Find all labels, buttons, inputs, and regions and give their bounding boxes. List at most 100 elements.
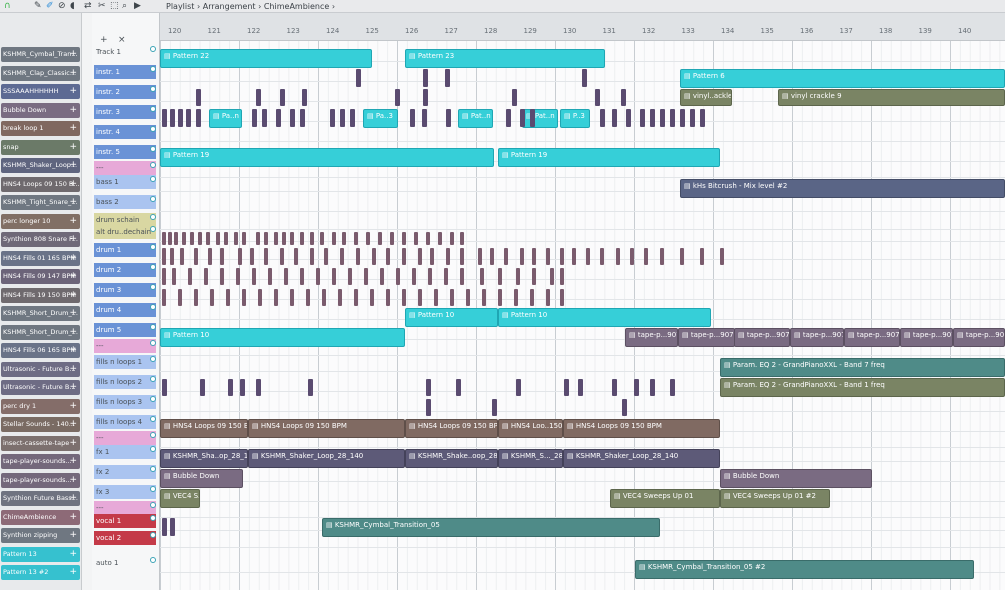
track-header[interactable]: drum 2 [94, 263, 156, 277]
pattern-note-clip[interactable] [578, 379, 583, 396]
drum-hit-clip[interactable] [252, 268, 256, 285]
browser-item[interactable]: perc dry 1 + [1, 398, 80, 414]
track-mute-toggle[interactable] [150, 376, 156, 382]
track-mute-toggle[interactable] [150, 106, 156, 112]
track-mute-toggle[interactable] [150, 66, 156, 72]
drum-hit-clip[interactable] [516, 268, 520, 285]
browser-item[interactable]: perc longer 10 + [1, 213, 80, 229]
track-mute-toggle[interactable] [150, 176, 156, 182]
pattern-note-clip[interactable] [423, 89, 428, 106]
add-to-playlist-icon[interactable]: + [69, 454, 77, 469]
track-header[interactable]: fills n loops 1 [94, 355, 156, 369]
drum-hit-clip[interactable] [402, 248, 406, 265]
drum-hit-clip[interactable] [444, 268, 448, 285]
track-mute-toggle[interactable] [150, 86, 156, 92]
pattern-note-clip[interactable] [700, 109, 705, 127]
drum-hit-clip[interactable] [322, 289, 326, 306]
track-mute-toggle[interactable] [150, 532, 156, 538]
track-mute-toggle[interactable] [150, 502, 156, 508]
pattern-note-clip[interactable] [612, 109, 617, 127]
browser-item[interactable]: ChimeAmbience + [1, 509, 80, 525]
add-to-playlist-icon[interactable]: + [69, 528, 77, 543]
track-header[interactable]: drum 1 [94, 243, 156, 257]
drum-hit-clip[interactable] [660, 248, 664, 265]
track-header[interactable]: drum 3 [94, 283, 156, 297]
drum-hit-clip[interactable] [226, 289, 230, 306]
pattern-note-clip[interactable] [595, 89, 600, 106]
add-to-playlist-icon[interactable]: + [69, 214, 77, 229]
playlist-clip[interactable]: ▤ tape-p...90780 [900, 328, 953, 347]
track-header[interactable]: instr. 4 [94, 125, 156, 139]
drum-hit-clip[interactable] [414, 232, 418, 245]
drum-hit-clip[interactable] [274, 232, 278, 245]
drum-hit-clip[interactable] [426, 232, 430, 245]
slice-icon[interactable]: ✂ [98, 1, 106, 12]
drum-hit-clip[interactable] [434, 289, 438, 306]
pattern-note-clip[interactable] [302, 89, 307, 106]
drum-hit-clip[interactable] [242, 232, 246, 245]
drum-hit-clip[interactable] [256, 232, 260, 245]
playlist-clip[interactable]: ▤ Bubble Down [160, 469, 243, 488]
track-mute-toggle[interactable] [150, 304, 156, 310]
add-to-playlist-icon[interactable]: + [69, 195, 77, 210]
arrangement-grid[interactable]: ▤ Pattern 22 ▤ Pattern 23 ▤ Pattern 6 ▤ vin… [160, 41, 1005, 590]
browser-item[interactable]: Ultrasonic - Future B... + [1, 380, 80, 395]
drum-hit-clip[interactable] [386, 248, 390, 265]
browser-item[interactable]: HNS4 Fills 06 165 BPM + [1, 343, 80, 358]
title-part-arrangement[interactable]: Arrangement [203, 2, 256, 11]
playlist-clip[interactable]: ▤ KSHMR_Sha..op_28_140 [160, 449, 248, 468]
drum-hit-clip[interactable] [220, 268, 224, 285]
track-header[interactable]: instr. 5 [94, 145, 156, 159]
paint-icon[interactable]: ✐ [46, 1, 54, 12]
drum-hit-clip[interactable] [530, 289, 534, 306]
track-header[interactable]: --- [94, 431, 156, 445]
pattern-note-clip[interactable] [650, 109, 655, 127]
pattern-note-clip[interactable] [410, 109, 415, 127]
pattern-note-clip[interactable] [252, 109, 257, 127]
pattern-note-clip[interactable] [395, 89, 400, 106]
drum-hit-clip[interactable] [274, 289, 278, 306]
track-mute-toggle[interactable] [150, 446, 156, 452]
drum-hit-clip[interactable] [478, 248, 482, 265]
browser-item[interactable]: tape-player-sounds... + [1, 472, 80, 488]
add-to-playlist-icon[interactable]: + [69, 84, 77, 99]
drum-hit-clip[interactable] [572, 248, 576, 265]
drum-hit-clip[interactable] [418, 248, 422, 265]
pattern-note-clip[interactable] [162, 109, 167, 127]
playlist-clip[interactable]: ▤ P..3 [560, 109, 590, 128]
add-to-playlist-icon[interactable]: + [69, 547, 77, 562]
drum-hit-clip[interactable] [644, 248, 648, 265]
playlist-clip[interactable]: ▤ tape-p...9078 [625, 328, 678, 347]
pattern-note-clip[interactable] [622, 399, 627, 416]
drum-hit-clip[interactable] [498, 289, 502, 306]
track-header[interactable]: instr. 3 [94, 105, 156, 119]
drum-hit-clip[interactable] [460, 232, 464, 245]
close-icon[interactable]: × [118, 35, 126, 45]
drum-hit-clip[interactable] [514, 289, 518, 306]
drum-hit-clip[interactable] [450, 232, 454, 245]
drum-hit-clip[interactable] [172, 268, 176, 285]
pattern-note-clip[interactable] [506, 109, 511, 127]
track-mute-toggle[interactable] [150, 396, 156, 402]
drum-hit-clip[interactable] [162, 232, 166, 245]
pattern-note-clip[interactable] [530, 109, 535, 127]
track-header[interactable]: auto 1 [94, 556, 156, 570]
drum-hit-clip[interactable] [586, 248, 590, 265]
add-to-playlist-icon[interactable]: + [69, 380, 77, 395]
playlist-clip[interactable]: ▤ tape-p...90780 [734, 328, 790, 347]
track-header[interactable]: fx 2 [94, 465, 156, 479]
pattern-note-clip[interactable] [196, 89, 201, 106]
track-header[interactable]: bass 2 [94, 195, 156, 209]
track-header[interactable]: vocal 2 [94, 531, 156, 545]
drum-hit-clip[interactable] [194, 248, 198, 265]
drum-hit-clip[interactable] [482, 289, 486, 306]
browser-item[interactable]: SSSAAAHHHHHH + [1, 84, 80, 99]
drum-hit-clip[interactable] [182, 232, 186, 245]
browser-item[interactable]: Ultrasonic - Future B... + [1, 361, 80, 377]
drum-hit-clip[interactable] [560, 268, 564, 285]
pattern-note-clip[interactable] [650, 379, 655, 396]
pattern-note-clip[interactable] [423, 69, 428, 87]
pencil-icon[interactable]: ✎ [34, 1, 42, 12]
drum-hit-clip[interactable] [180, 248, 184, 265]
pattern-note-clip[interactable] [520, 109, 525, 127]
